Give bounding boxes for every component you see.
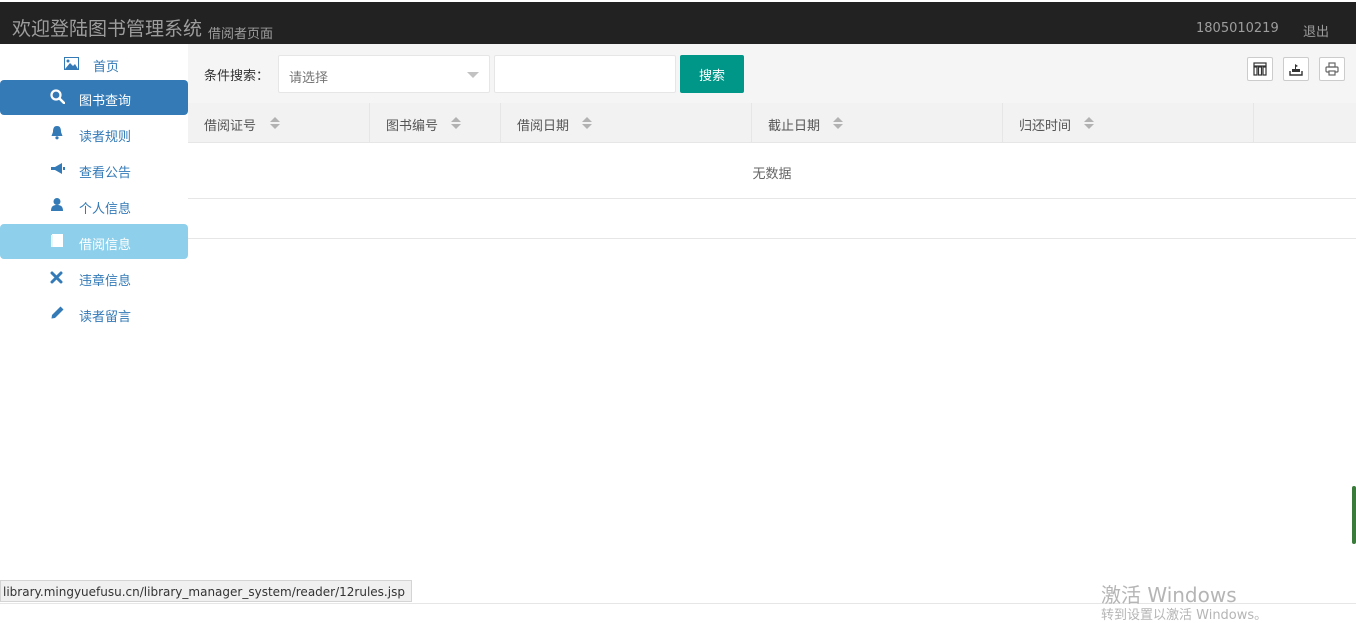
- book-icon: [50, 233, 66, 249]
- columns-button[interactable]: [1247, 57, 1273, 81]
- column-header-return-time[interactable]: 归还时间: [1003, 103, 1254, 143]
- sidebar: 首页 图书查询 读者规则 查看公告 个人信息 借阅信息 违章信息 读者留言: [0, 44, 188, 584]
- sidebar-item-announcements[interactable]: 查看公告: [0, 152, 188, 187]
- table-footer: [188, 199, 1356, 239]
- user-id[interactable]: 1805010219: [1196, 21, 1279, 36]
- app-title[interactable]: 欢迎登陆图书管理系统: [12, 14, 202, 41]
- column-header-label: 图书编号: [386, 119, 439, 134]
- column-header-card-no[interactable]: 借阅证号: [188, 103, 370, 143]
- sidebar-item-reader-rules[interactable]: 读者规则: [0, 116, 188, 151]
- sidebar-item-label: 首页: [93, 60, 120, 75]
- page-subtitle: 借阅者页面: [208, 27, 274, 42]
- sidebar-item-label: 读者规则: [79, 130, 132, 145]
- column-header-label: 归还时间: [1019, 119, 1072, 134]
- sidebar-item-label: 查看公告: [79, 166, 132, 181]
- remove-icon: [50, 269, 66, 285]
- search-button[interactable]: 搜索: [680, 55, 744, 93]
- sidebar-item-messages[interactable]: 读者留言: [0, 296, 188, 331]
- sidebar-item-label: 个人信息: [79, 202, 132, 217]
- condition-label: 条件搜索：: [204, 69, 270, 84]
- export-button[interactable]: [1283, 57, 1309, 81]
- print-button[interactable]: [1319, 57, 1345, 81]
- top-navbar: 欢迎登陆图书管理系统 借阅者页面 1805010219 退出: [0, 0, 1356, 44]
- sidebar-item-violations[interactable]: 违章信息: [0, 260, 188, 295]
- search-toolbar: 条件搜索： 请选择 搜索: [188, 44, 1356, 103]
- table-empty-row: 无数据: [188, 143, 1356, 199]
- sidebar-item-borrow-info[interactable]: 借阅信息: [0, 224, 188, 259]
- column-header-borrow-date[interactable]: 借阅日期: [501, 103, 752, 143]
- sidebar-item-label: 读者留言: [79, 310, 132, 325]
- table-header: 借阅证号 图书编号 借阅日期 截止日期 归还时间: [188, 103, 1356, 143]
- side-scroll-handle[interactable]: [1352, 486, 1356, 544]
- column-header-due-date[interactable]: 截止日期: [752, 103, 1003, 143]
- user-icon: [50, 197, 66, 213]
- sidebar-item-label: 图书查询: [79, 94, 132, 109]
- column-header-label: 借阅证号: [204, 119, 257, 134]
- chevron-down-icon: [467, 72, 479, 78]
- column-header-label: 借阅日期: [517, 119, 570, 134]
- status-bar-url: library.mingyuefusu.cn/library_manager_s…: [0, 580, 412, 602]
- image-icon: [64, 55, 80, 71]
- search-icon: [50, 89, 66, 105]
- bullhorn-icon: [50, 161, 66, 177]
- select-value: 请选择: [289, 71, 329, 86]
- sidebar-item-label: 借阅信息: [79, 238, 132, 253]
- empty-message: 无数据: [752, 167, 792, 182]
- sidebar-item-home[interactable]: 首页: [0, 46, 188, 81]
- sidebar-item-book-search[interactable]: 图书查询: [0, 80, 188, 115]
- sort-icon[interactable]: [270, 117, 280, 129]
- condition-select[interactable]: 请选择: [278, 55, 490, 93]
- sort-icon[interactable]: [451, 117, 461, 129]
- sort-icon[interactable]: [833, 117, 843, 129]
- logout-link[interactable]: 退出: [1303, 21, 1329, 40]
- sort-icon[interactable]: [582, 117, 592, 129]
- sidebar-item-label: 违章信息: [79, 274, 132, 289]
- windows-activation-hint: 转到设置以激活 Windows。: [1101, 608, 1268, 623]
- bell-icon: [50, 125, 66, 141]
- pencil-icon: [50, 305, 66, 321]
- search-input[interactable]: [494, 55, 676, 93]
- column-header-label: 截止日期: [768, 119, 821, 134]
- sidebar-item-profile[interactable]: 个人信息: [0, 188, 188, 223]
- sort-icon[interactable]: [1084, 117, 1094, 129]
- column-header-book-no[interactable]: 图书编号: [370, 103, 501, 143]
